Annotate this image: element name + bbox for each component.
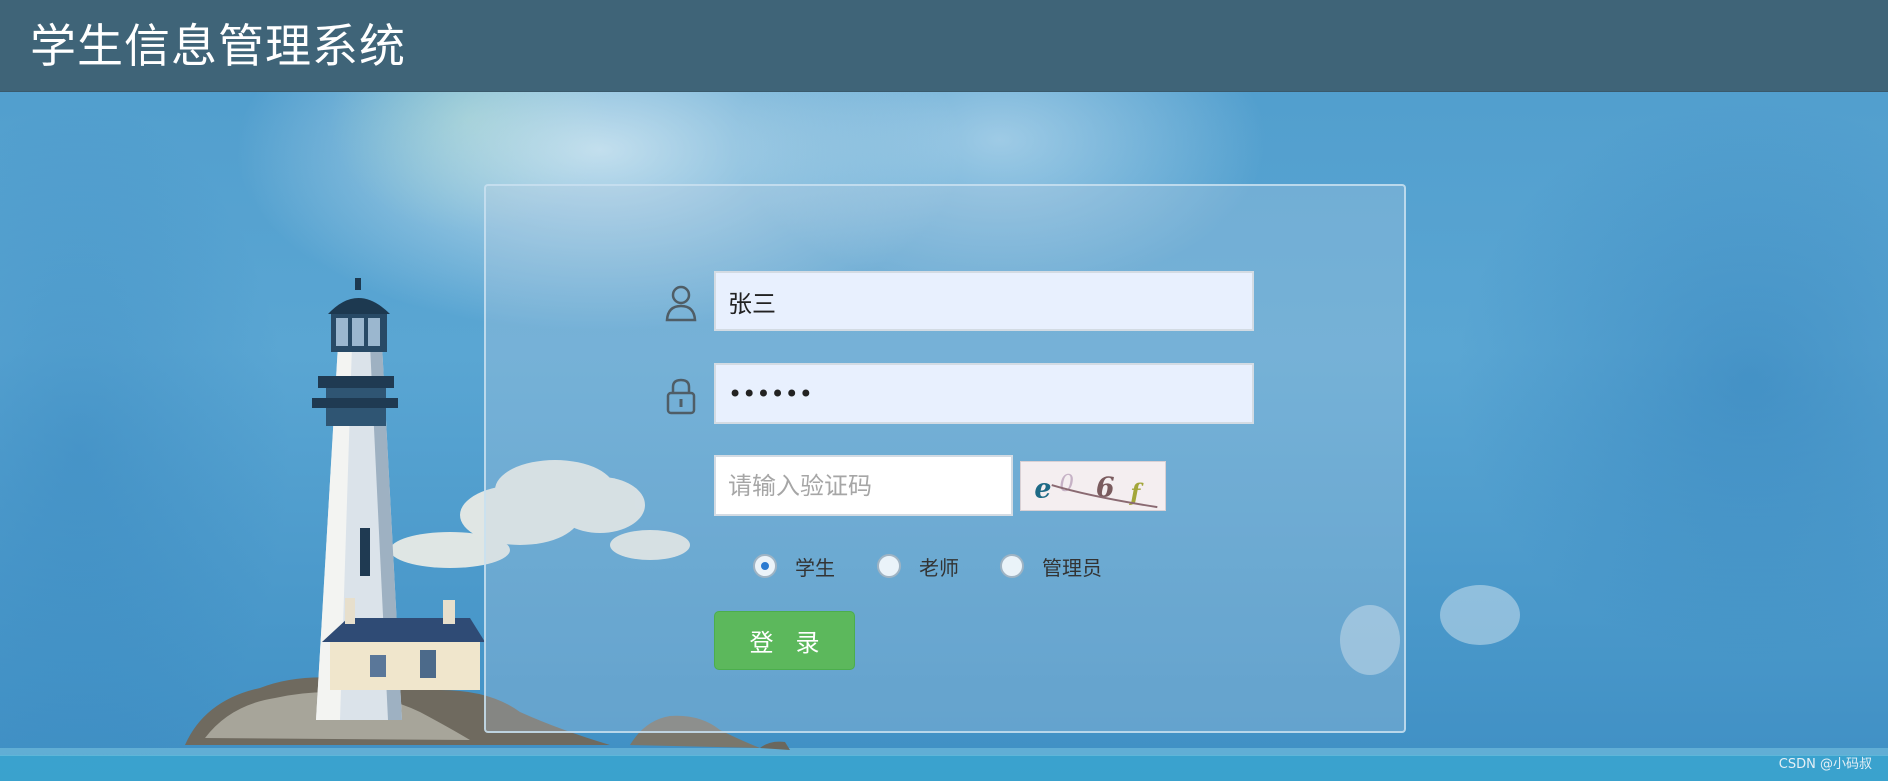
role-admin-radio[interactable] [1000, 554, 1024, 578]
lock-icon [666, 378, 696, 415]
app-title: 学生信息管理系统 [30, 19, 406, 73]
password-input[interactable] [714, 363, 1254, 424]
captcha-image[interactable]: e 0 6 f [1020, 461, 1166, 511]
role-student-label: 学生 [795, 555, 835, 580]
captcha-input[interactable] [714, 455, 1013, 516]
role-teacher[interactable]: 老师 [877, 553, 959, 580]
login-button[interactable]: 登录 [714, 611, 855, 670]
svg-text:e: e [1034, 474, 1051, 505]
svg-text:0: 0 [1059, 471, 1074, 497]
role-student[interactable]: 学生 [753, 553, 835, 580]
role-admin-label: 管理员 [1042, 555, 1102, 580]
role-student-radio[interactable] [753, 554, 777, 578]
role-teacher-radio[interactable] [877, 554, 901, 578]
role-admin[interactable]: 管理员 [1000, 553, 1102, 580]
role-teacher-label: 老师 [919, 555, 959, 580]
username-input[interactable] [714, 271, 1254, 331]
radio-selected-dot [761, 562, 769, 570]
user-icon [665, 285, 697, 322]
watermark: CSDN @小码叔 [1778, 757, 1872, 772]
app-header: 学生信息管理系统 [0, 0, 1888, 92]
